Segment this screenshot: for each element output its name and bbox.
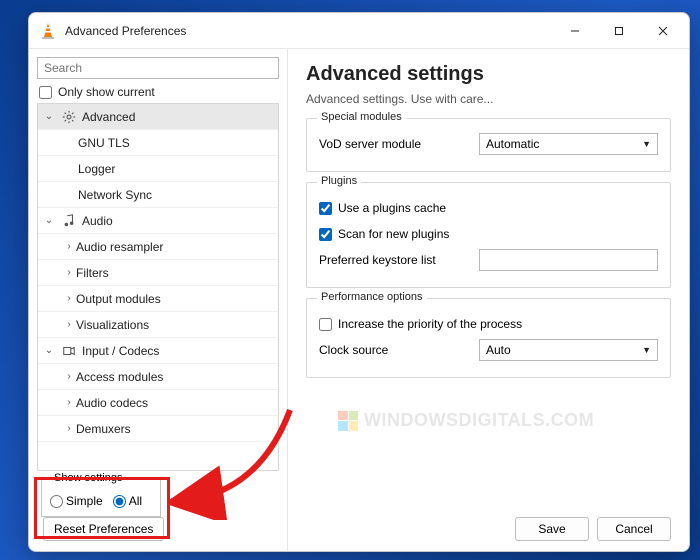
preferences-tree[interactable]: ⌄ Advanced GNU TLS Logger Network Sync ⌄… bbox=[37, 103, 279, 471]
tree-item-demuxers[interactable]: ›Demuxers bbox=[38, 416, 278, 442]
page-description: Advanced settings. Use with care... bbox=[306, 92, 671, 106]
page-title: Advanced settings bbox=[306, 63, 671, 86]
radio-simple-input[interactable] bbox=[50, 495, 63, 508]
vod-server-select[interactable]: Automatic ▼ bbox=[479, 133, 658, 155]
window-controls bbox=[553, 16, 685, 46]
tree-item-audio[interactable]: ⌄ Audio bbox=[38, 208, 278, 234]
windows-logo-icon bbox=[338, 411, 358, 431]
radio-all-input[interactable] bbox=[113, 495, 126, 508]
plugins-label: Plugins bbox=[317, 175, 361, 187]
dialog-footer: Save Cancel bbox=[306, 503, 671, 541]
search-input[interactable] bbox=[37, 57, 279, 79]
use-plugins-cache-label: Use a plugins cache bbox=[338, 201, 658, 215]
chevron-down-icon[interactable]: ⌄ bbox=[42, 214, 56, 228]
chevron-down-icon[interactable]: ⌄ bbox=[42, 110, 56, 124]
cancel-button[interactable]: Cancel bbox=[597, 517, 671, 541]
plugins-group: Plugins Use a plugins cache Scan for new… bbox=[306, 182, 671, 288]
special-modules-label: Special modules bbox=[317, 111, 406, 123]
chevron-right-icon[interactable]: › bbox=[62, 266, 76, 280]
special-modules-group: Special modules VoD server module Automa… bbox=[306, 118, 671, 172]
only-show-current-label: Only show current bbox=[58, 85, 155, 99]
scan-new-plugins-label: Scan for new plugins bbox=[338, 227, 658, 241]
titlebar: Advanced Preferences bbox=[29, 13, 689, 49]
vlc-cone-icon bbox=[39, 22, 57, 40]
performance-label: Performance options bbox=[317, 291, 427, 303]
chevron-right-icon[interactable]: › bbox=[62, 396, 76, 410]
watermark: WINDOWSDIGITALS.COM bbox=[338, 410, 594, 431]
left-pane: Only show current ⌄ Advanced GNU TLS Log… bbox=[29, 49, 288, 551]
show-settings-label: Show settings bbox=[50, 472, 126, 484]
increase-priority-checkbox[interactable] bbox=[319, 318, 332, 331]
use-plugins-cache-checkbox[interactable] bbox=[319, 202, 332, 215]
chevron-right-icon[interactable]: › bbox=[62, 370, 76, 384]
caret-down-icon: ▼ bbox=[642, 139, 651, 149]
only-show-current-checkbox[interactable] bbox=[39, 86, 52, 99]
chevron-right-icon[interactable]: › bbox=[62, 318, 76, 332]
gear-icon bbox=[60, 108, 78, 126]
increase-priority-label: Increase the priority of the process bbox=[338, 317, 658, 331]
left-bottom-bar: Show settings Simple All Reset Preferenc… bbox=[37, 471, 287, 551]
tree-item-gnu-tls[interactable]: GNU TLS bbox=[38, 130, 278, 156]
tree-item-network-sync[interactable]: Network Sync bbox=[38, 182, 278, 208]
radio-all[interactable]: All bbox=[113, 494, 142, 508]
vod-server-label: VoD server module bbox=[319, 137, 479, 151]
caret-down-icon: ▼ bbox=[642, 345, 651, 355]
tree-item-output-modules[interactable]: ›Output modules bbox=[38, 286, 278, 312]
tree-item-visualizations[interactable]: ›Visualizations bbox=[38, 312, 278, 338]
tree-item-logger[interactable]: Logger bbox=[38, 156, 278, 182]
window-title: Advanced Preferences bbox=[65, 24, 186, 38]
music-note-icon bbox=[60, 212, 78, 230]
radio-simple[interactable]: Simple bbox=[50, 494, 103, 508]
show-settings-group: Show settings Simple All bbox=[41, 479, 161, 517]
scan-new-plugins-checkbox[interactable] bbox=[319, 228, 332, 241]
minimize-button[interactable] bbox=[553, 16, 597, 46]
input-codecs-icon bbox=[60, 342, 78, 360]
tree-item-input-codecs[interactable]: ⌄ Input / Codecs bbox=[38, 338, 278, 364]
chevron-right-icon[interactable]: › bbox=[62, 240, 76, 254]
preferred-keystore-label: Preferred keystore list bbox=[319, 253, 479, 267]
tree-item-audio-codecs[interactable]: ›Audio codecs bbox=[38, 390, 278, 416]
advanced-preferences-window: Advanced Preferences Only show current ⌄… bbox=[28, 12, 690, 552]
tree-item-audio-resampler[interactable]: ›Audio resampler bbox=[38, 234, 278, 260]
performance-group: Performance options Increase the priorit… bbox=[306, 298, 671, 378]
tree-item-filters[interactable]: ›Filters bbox=[38, 260, 278, 286]
only-show-current-row[interactable]: Only show current bbox=[39, 85, 287, 99]
save-button[interactable]: Save bbox=[515, 517, 589, 541]
chevron-right-icon[interactable]: › bbox=[62, 422, 76, 436]
tree-label: Advanced bbox=[82, 110, 135, 124]
chevron-down-icon[interactable]: ⌄ bbox=[42, 344, 56, 358]
right-pane: Advanced settings Advanced settings. Use… bbox=[288, 49, 689, 551]
tree-item-advanced[interactable]: ⌄ Advanced bbox=[38, 104, 278, 130]
close-button[interactable] bbox=[641, 16, 685, 46]
tree-item-access-modules[interactable]: ›Access modules bbox=[38, 364, 278, 390]
clock-source-select[interactable]: Auto ▼ bbox=[479, 339, 658, 361]
clock-source-label: Clock source bbox=[319, 343, 479, 357]
maximize-button[interactable] bbox=[597, 16, 641, 46]
reset-preferences-button[interactable]: Reset Preferences bbox=[43, 517, 164, 541]
preferred-keystore-input[interactable] bbox=[479, 249, 658, 271]
chevron-right-icon[interactable]: › bbox=[62, 292, 76, 306]
